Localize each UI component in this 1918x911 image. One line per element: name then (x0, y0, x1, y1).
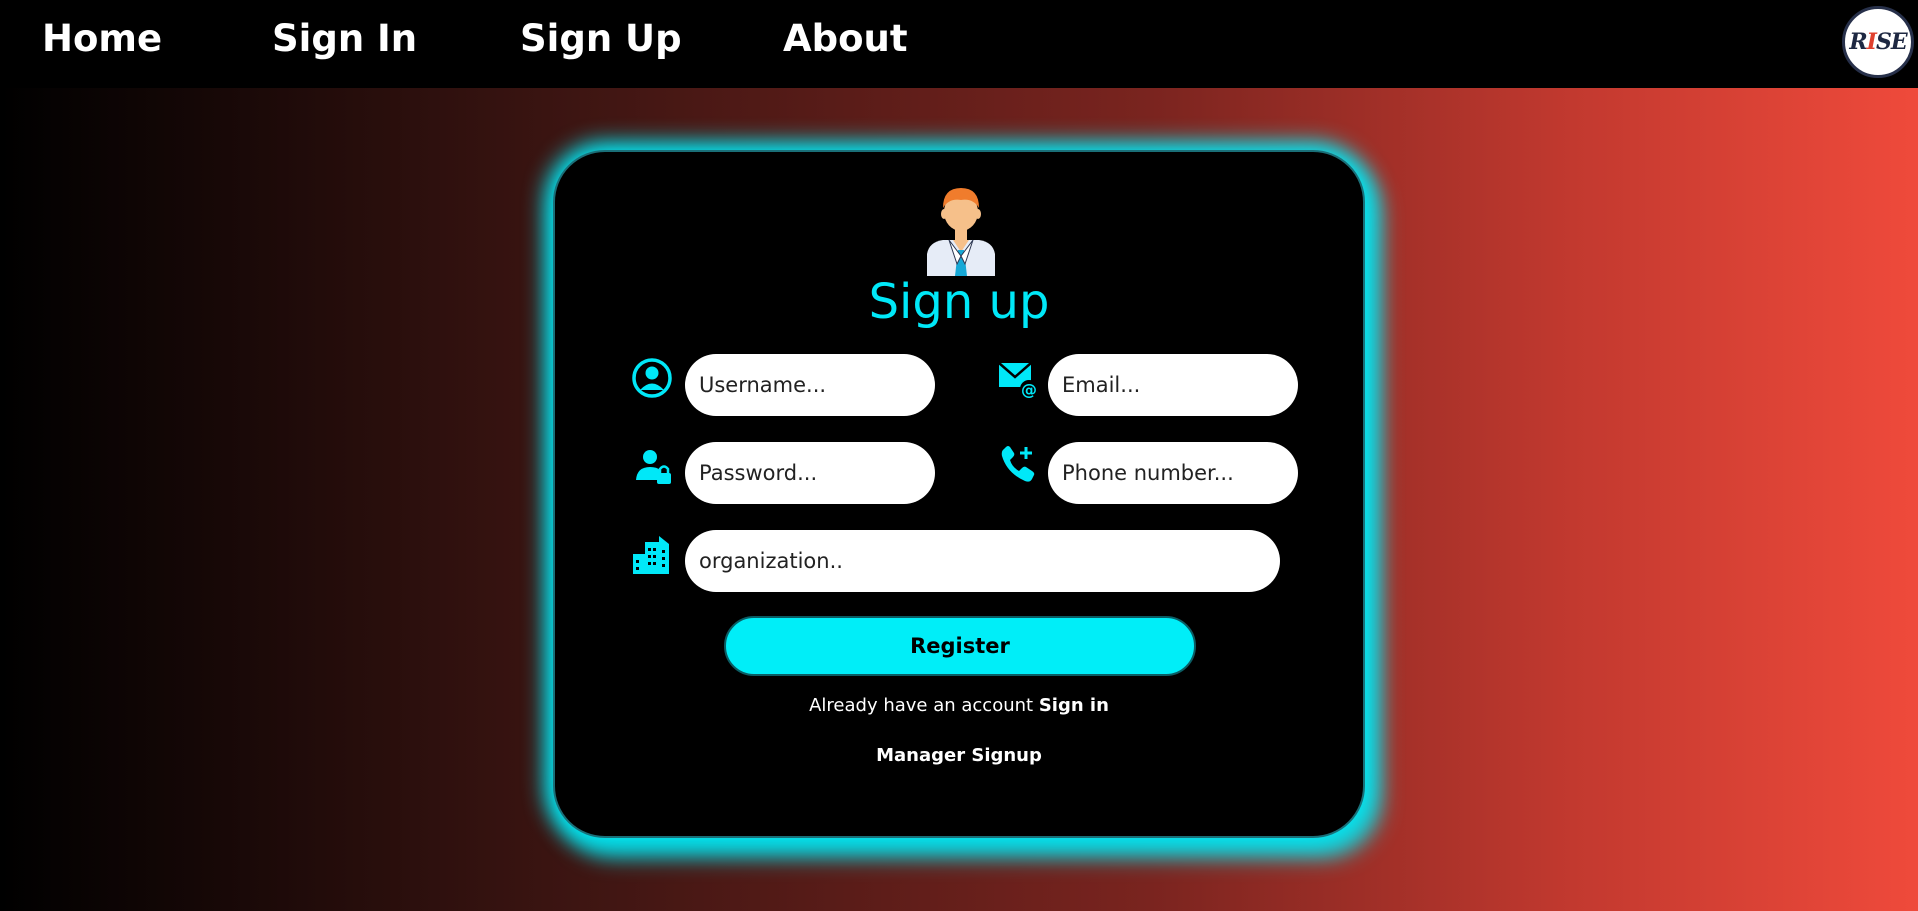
organization-input[interactable] (685, 530, 1280, 592)
already-have-account: Already have an account Sign in (555, 695, 1363, 716)
signin-link[interactable]: Sign in (1039, 695, 1109, 716)
email-input[interactable] (1048, 354, 1298, 416)
rise-logo[interactable]: RISE (1842, 6, 1914, 78)
logo-text: RISE (1849, 29, 1907, 55)
user-circle-icon (632, 358, 672, 398)
manager-signup-link[interactable]: Manager Signup (555, 745, 1363, 766)
building-icon (633, 536, 669, 574)
username-input[interactable] (685, 354, 935, 416)
phone-plus-icon (1001, 446, 1035, 482)
nav-about[interactable]: About (783, 17, 908, 61)
top-navbar: Home Sign In Sign Up About RISE (0, 0, 1918, 88)
svg-text:@: @ (1021, 380, 1037, 399)
email-at-icon: @ (998, 362, 1038, 399)
avatar-icon (927, 188, 995, 276)
signup-card: Sign up @ Register (553, 150, 1365, 838)
user-lock-icon (636, 450, 671, 484)
password-input[interactable] (685, 442, 935, 504)
signup-title: Sign up (868, 274, 1050, 330)
register-button[interactable]: Register (724, 616, 1196, 676)
phone-input[interactable] (1048, 442, 1298, 504)
nav-sign-up[interactable]: Sign Up (520, 17, 682, 61)
nav-home[interactable]: Home (42, 17, 162, 61)
nav-sign-in[interactable]: Sign In (272, 17, 417, 61)
already-text: Already have an account (809, 695, 1034, 716)
